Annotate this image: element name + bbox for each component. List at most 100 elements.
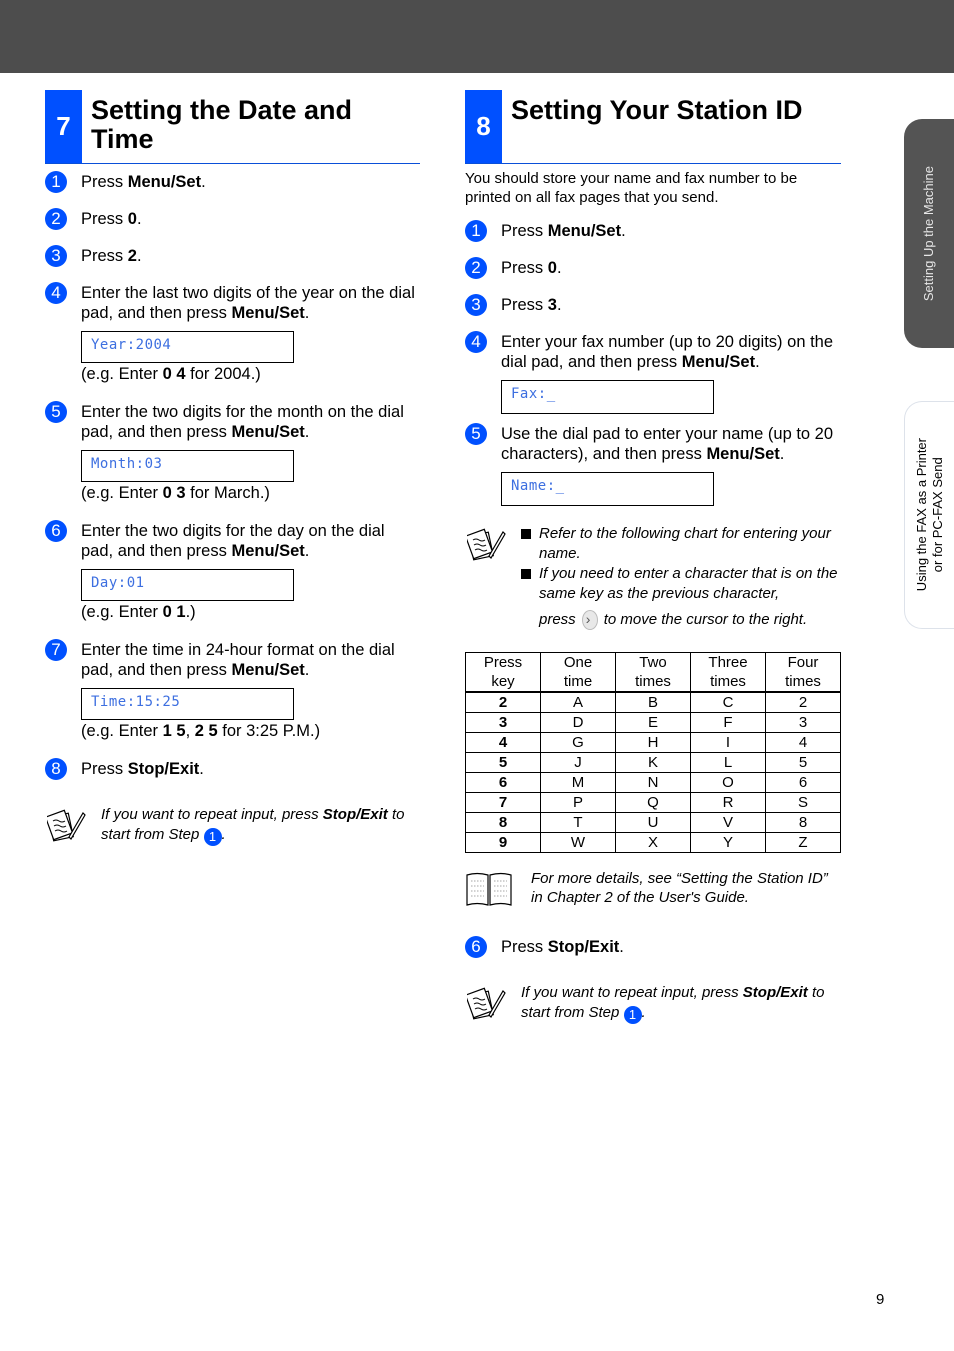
char-cell: I [690, 732, 766, 754]
char-cell: L [690, 752, 766, 774]
step-number: 4 [465, 331, 487, 353]
char-cell: 6 [765, 772, 841, 794]
tip-item: If you need to enter a character that is… [521, 564, 841, 631]
char-cell: W [540, 832, 616, 854]
key-cell: 8 [465, 812, 541, 834]
char-cell: D [540, 712, 616, 734]
notepad-pencil-icon [467, 987, 506, 1020]
char-cell: U [615, 812, 691, 834]
table-row: 5JKL5 [465, 752, 841, 774]
table-header-cell: Press key [465, 652, 541, 694]
lcd-display-day: Day:01 [81, 569, 294, 601]
key-cell: 2 [465, 691, 541, 714]
step-number: 5 [45, 401, 67, 423]
char-cell: S [765, 792, 841, 814]
page-number: 9 [876, 1291, 885, 1308]
book-icon [466, 872, 512, 906]
section-header: 7 Setting the Date and Time [45, 90, 420, 164]
example-text: (e.g. Enter 0 3 for March.) [81, 484, 270, 502]
character-entry-table: Press key One time Two times Three times Four tim… [465, 652, 841, 854]
char-cell: Z [765, 832, 841, 854]
step-1: 1 Press Menu/Set. [465, 220, 841, 242]
char-cell: C [690, 691, 766, 714]
char-cell: J [540, 752, 616, 774]
step-number: 4 [45, 282, 67, 304]
step-number: 2 [465, 257, 487, 279]
table-row: 2ABC2 [465, 691, 841, 714]
key-cell: 3 [465, 712, 541, 734]
step-ref-badge: 1 [203, 828, 222, 846]
header-bar [0, 0, 954, 73]
char-cell: R [690, 792, 766, 814]
section-header: 8 Setting Your Station ID [465, 90, 841, 164]
table-row: 8TUV8 [465, 812, 841, 834]
char-cell: A [540, 691, 616, 714]
table-header-cell: Two times [615, 652, 691, 694]
char-cell: 5 [765, 752, 841, 774]
note: If you want to repeat input, press Stop/… [45, 805, 420, 846]
step-number: 1 [45, 171, 67, 193]
table-row: 7PQRS [465, 792, 841, 814]
table-header-cell: Three times [690, 652, 766, 694]
char-cell: P [540, 792, 616, 814]
step-5: 5 Use the dial pad to enter your name (u… [465, 423, 841, 464]
lcd-display-name: Name:_ [501, 472, 714, 506]
char-cell: 3 [765, 712, 841, 734]
example-text: (e.g. Enter 0 1.) [81, 603, 196, 621]
step-7: 7 Enter the time in 24-hour format on th… [45, 639, 420, 680]
char-cell: K [615, 752, 691, 774]
table-row: 6MNO6 [465, 772, 841, 794]
section-number: 8 [465, 90, 502, 163]
step-1: 1 Press Menu/Set. [45, 171, 420, 193]
table-header-cell: One time [540, 652, 616, 694]
step-3: 3 Press 3. [465, 294, 841, 316]
char-cell: Y [690, 832, 766, 854]
example-text: (e.g. Enter 0 4 for 2004.) [81, 365, 261, 383]
step-3: 3 Press 2. [45, 245, 420, 267]
char-cell: O [690, 772, 766, 794]
lcd-display-time: Time:15:25 [81, 688, 294, 720]
notepad-pencil-icon [467, 528, 506, 561]
side-tab-fax-printer-pc-fax[interactable]: Using the FAX as a Printer or for PC-FAX … [904, 401, 954, 629]
step-4: 4 Enter the last two digits of the year … [45, 282, 420, 323]
char-cell: X [615, 832, 691, 854]
right-arrow-key-icon [581, 609, 598, 631]
lcd-display-month: Month:03 [81, 450, 294, 482]
step-6: 6 Press Stop/Exit. [465, 936, 841, 959]
step-number: 3 [465, 294, 487, 316]
step-8: 8 Press Stop/Exit. [45, 758, 420, 780]
lcd-display-fax: Fax:_ [501, 380, 714, 414]
tip-item: Refer to the following chart for enterin… [521, 524, 841, 564]
char-cell: G [540, 732, 616, 754]
note: If you want to repeat input, press Stop/… [465, 983, 841, 1025]
char-cell: Q [615, 792, 691, 814]
key-cell: 7 [465, 792, 541, 814]
table-row: 3DEF3 [465, 712, 841, 734]
section-number: 7 [45, 90, 82, 163]
step-number: 3 [45, 245, 67, 267]
char-cell: F [690, 712, 766, 734]
step-2: 2 Press 0. [45, 208, 420, 230]
example-text: (e.g. Enter 1 5, 2 5 for 3:25 P.M.) [81, 722, 321, 740]
key-cell: 6 [465, 772, 541, 794]
key-cell: 9 [465, 832, 541, 854]
char-cell: B [615, 691, 691, 714]
step-number: 1 [465, 220, 487, 242]
step-4: 4 Enter your fax number (up to 20 digits… [465, 331, 841, 372]
char-cell: H [615, 732, 691, 754]
table-header-cell: Four times [765, 652, 841, 694]
step-number: 6 [465, 936, 487, 959]
table-row: 4GHI4 [465, 732, 841, 754]
char-cell: M [540, 772, 616, 794]
side-tab-setting-up-machine[interactable]: Setting Up the Machine [904, 119, 954, 348]
step-number: 6 [45, 520, 67, 542]
step-2: 2 Press 0. [465, 257, 841, 279]
step-6: 6 Enter the two digits for the day on th… [45, 520, 420, 561]
step-5: 5 Enter the two digits for the month on … [45, 401, 420, 442]
step-number: 2 [45, 208, 67, 230]
section-title: Setting the Date and Time [91, 95, 353, 154]
char-cell: 2 [765, 691, 841, 714]
step-number: 7 [45, 639, 67, 661]
tip-list: Refer to the following chart for enterin… [521, 524, 841, 631]
char-cell: E [615, 712, 691, 734]
